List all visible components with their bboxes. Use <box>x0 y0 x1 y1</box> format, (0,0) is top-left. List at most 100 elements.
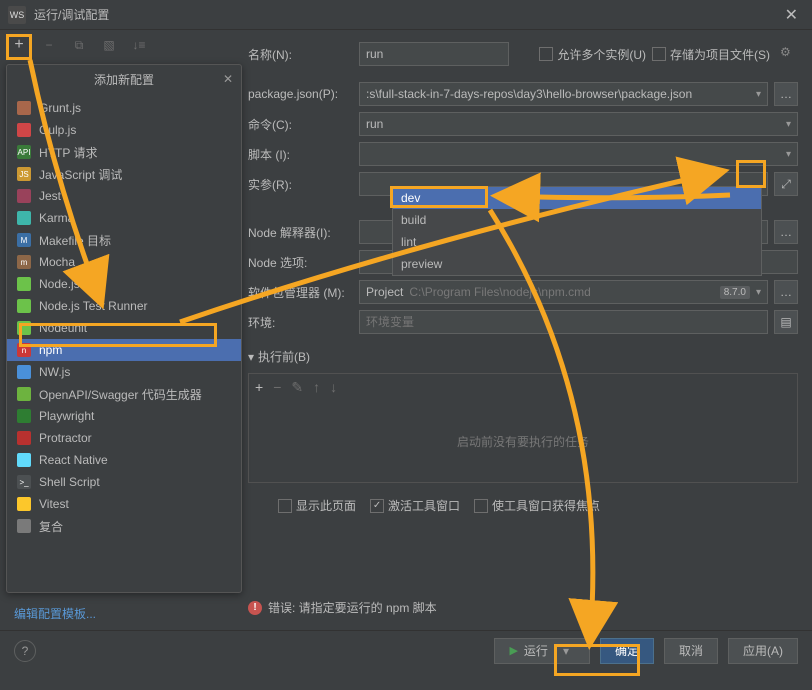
openapi-icon <box>17 387 31 401</box>
close-icon[interactable]: ✕ <box>779 5 804 25</box>
window-title: 运行/调试配置 <box>34 6 109 23</box>
package-json-label: package.json(P): <box>248 87 353 101</box>
focus-tool-checkbox[interactable]: 使工具窗口获得焦点 <box>474 497 600 514</box>
expand-args-button[interactable]: ⤢ <box>774 172 798 196</box>
config-type-label: 复合 <box>39 518 63 535</box>
config-type-label: Nodeunit <box>39 321 87 335</box>
name-input[interactable] <box>359 42 509 66</box>
js-debug-icon: JS <box>17 167 31 181</box>
store-as-project-checkbox[interactable]: 存储为项目文件(S) <box>652 46 770 63</box>
package-json-combo[interactable]: :s\full-stack-in-7-days-repos\day3\hello… <box>359 82 768 106</box>
move-down-button[interactable]: ↓ <box>330 379 337 395</box>
karma-icon <box>17 211 31 225</box>
playwright-icon <box>17 409 31 423</box>
config-type-js-debug[interactable]: JS JavaScript 调试 <box>7 163 241 185</box>
config-type-label: OpenAPI/Swagger 代码生成器 <box>39 386 202 403</box>
error-text: 错误: 请指定要运行的 npm 脚本 <box>268 599 437 616</box>
config-type-label: Playwright <box>39 409 94 423</box>
move-up-button[interactable]: ↑ <box>313 379 320 395</box>
config-type-label: Node.js <box>39 277 80 291</box>
script-option-preview[interactable]: preview <box>393 253 761 275</box>
cancel-button[interactable]: 取消 <box>664 638 718 664</box>
env-edit-button[interactable]: ▤ <box>774 310 798 334</box>
remove-task-button[interactable]: − <box>273 379 281 395</box>
before-launch-toggle[interactable]: ▾ 执行前(B) <box>248 348 798 365</box>
activate-tool-checkbox[interactable]: 激活工具窗口 <box>370 497 460 514</box>
help-button[interactable]: ? <box>14 640 36 662</box>
browse-button[interactable]: … <box>774 280 798 304</box>
react-native-icon <box>17 453 31 467</box>
edit-task-button[interactable]: ✎ <box>291 379 303 396</box>
config-type-openapi[interactable]: OpenAPI/Swagger 代码生成器 <box>7 383 241 405</box>
add-config-button[interactable]: + <box>8 34 30 56</box>
config-type-label: JavaScript 调试 <box>39 166 122 183</box>
config-type-npm[interactable]: nnpm <box>7 339 241 361</box>
close-panel-icon[interactable]: ✕ <box>223 72 233 86</box>
run-button[interactable]: ▶ 运行 ▾ <box>494 638 590 664</box>
command-combo[interactable]: run ▾ <box>359 112 798 136</box>
sort-button[interactable]: ↓≡ <box>128 34 150 56</box>
chevron-down-icon: ▾ <box>786 119 791 130</box>
allow-multiple-checkbox[interactable]: 允许多个实例(U) <box>539 46 646 63</box>
args-label: 实参(R): <box>248 176 353 193</box>
config-type-nwjs[interactable]: NW.js <box>7 361 241 383</box>
config-type-gruntjs[interactable]: Grunt.js <box>7 97 241 119</box>
script-combo[interactable]: ▾ <box>359 142 798 166</box>
mocha-icon: m <box>17 255 31 269</box>
config-type-gulpjs[interactable]: Gulp.js <box>7 119 241 141</box>
nodejs-icon <box>17 277 31 291</box>
error-icon: ! <box>248 601 262 615</box>
nwjs-icon <box>17 365 31 379</box>
shell-icon: >_ <box>17 475 31 489</box>
chevron-down-icon: ▾ <box>756 89 761 100</box>
config-type-react-native[interactable]: React Native <box>7 449 241 471</box>
script-option-dev[interactable]: dev <box>393 187 761 209</box>
play-icon: ▶ <box>509 644 517 657</box>
config-type-makefile[interactable]: MMakefile 目标 <box>7 229 241 251</box>
before-launch-panel: + − ✎ ↑ ↓ 启动前没有要执行的任务 <box>248 373 798 483</box>
config-type-playwright[interactable]: Playwright <box>7 405 241 427</box>
config-type-nodeunit[interactable]: Nodeunit <box>7 317 241 339</box>
chevron-down-icon: ▾ <box>756 287 761 298</box>
config-type-label: Jest <box>39 189 61 203</box>
config-type-label: Gulp.js <box>39 123 76 137</box>
config-type-compound[interactable]: 复合 <box>7 515 241 537</box>
script-dropdown[interactable]: devbuildlintpreview <box>392 186 762 276</box>
config-type-node-test[interactable]: Node.js Test Runner <box>7 295 241 317</box>
add-task-button[interactable]: + <box>255 379 263 395</box>
script-option-lint[interactable]: lint <box>393 231 761 253</box>
config-type-label: Karma <box>39 211 74 225</box>
gruntjs-icon <box>17 101 31 115</box>
config-type-list[interactable]: Grunt.js Gulp.js APIHTTP 请求 JS JavaScript 调试… <box>7 93 241 592</box>
config-type-shell[interactable]: >_Shell Script <box>7 471 241 493</box>
pkg-manager-label: 软件包管理器 (M): <box>248 284 353 301</box>
vitest-icon <box>17 497 31 511</box>
node-options-label: Node 选项: <box>248 254 353 271</box>
env-input[interactable] <box>359 310 768 334</box>
run-dropdown-icon[interactable]: ▾ <box>556 644 575 658</box>
config-type-protractor[interactable]: Protractor <box>7 427 241 449</box>
config-type-vitest[interactable]: Vitest <box>7 493 241 515</box>
config-type-label: Grunt.js <box>39 101 81 115</box>
config-type-label: React Native <box>39 453 108 467</box>
config-type-jest[interactable]: Jest <box>7 185 241 207</box>
folder-button[interactable]: ▧ <box>98 34 120 56</box>
http-icon: API <box>17 145 31 159</box>
script-option-build[interactable]: build <box>393 209 761 231</box>
edit-templates-link[interactable]: 编辑配置模板... <box>14 605 234 622</box>
apply-button[interactable]: 应用(A) <box>728 638 798 664</box>
node-test-icon <box>17 299 31 313</box>
show-page-checkbox[interactable]: 显示此页面 <box>278 497 356 514</box>
ok-button[interactable]: 确定 <box>600 638 654 664</box>
browse-button[interactable]: … <box>774 82 798 106</box>
copy-config-button[interactable]: ⧉ <box>68 34 90 56</box>
config-type-http[interactable]: APIHTTP 请求 <box>7 141 241 163</box>
browse-button[interactable]: … <box>774 220 798 244</box>
protractor-icon <box>17 431 31 445</box>
gear-icon[interactable]: ⚙ <box>780 45 798 63</box>
pkg-manager-combo[interactable]: Project C:\Program Files\nodejs\npm.cmd … <box>359 280 768 304</box>
remove-config-button[interactable]: − <box>38 34 60 56</box>
config-type-nodejs[interactable]: Node.js <box>7 273 241 295</box>
config-type-mocha[interactable]: mMocha <box>7 251 241 273</box>
config-type-karma[interactable]: Karma <box>7 207 241 229</box>
